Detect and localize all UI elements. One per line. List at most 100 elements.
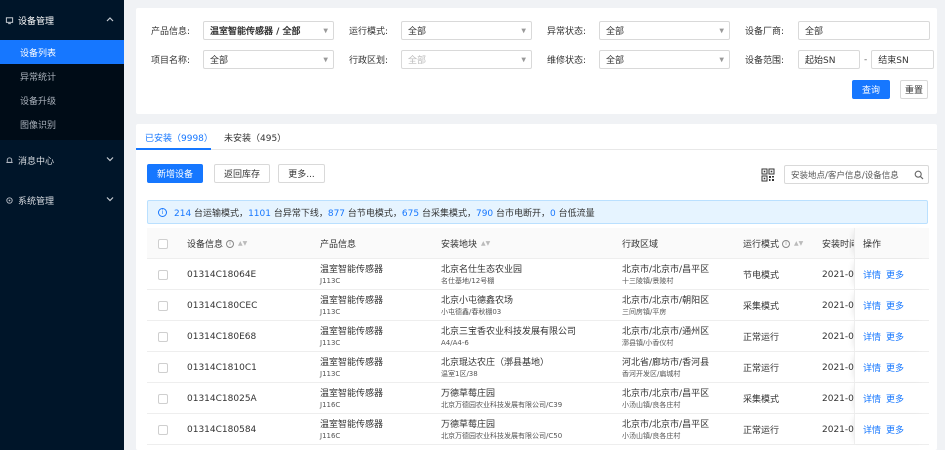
table-row[interactable]: 01314C180CEC 温室智能传感器 J113C 北京小屯德鑫农场 小屯德鑫/春秋棚…: [147, 290, 929, 321]
detail-link[interactable]: 详情: [863, 414, 881, 445]
sidebar-item-abnormal-stats[interactable]: 异常统计: [0, 64, 124, 88]
tab-uninstalled[interactable]: 未安装（495）: [224, 131, 286, 144]
product-name: 温室智能传感器: [320, 326, 384, 337]
location-cell: 北京小屯德鑫农场 小屯德鑫/春秋棚03: [441, 290, 513, 321]
caret-down-icon: ▼: [719, 27, 724, 34]
region-cell: 北京市/北京市/昌平区 十三陵镇/景陵村: [622, 259, 709, 290]
more-link[interactable]: 更多: [886, 290, 904, 321]
caret-down-icon: ▼: [323, 56, 328, 63]
product-cell: 温室智能传感器 J113C: [320, 259, 383, 290]
caret-down-icon: ▼: [323, 27, 328, 34]
caret-down-icon: ▼: [521, 27, 526, 34]
row-checkbox[interactable]: [158, 362, 168, 373]
detail-link[interactable]: 详情: [863, 321, 881, 352]
product-label: 产品信息:: [151, 27, 191, 37]
qr-code-icon[interactable]: [761, 168, 775, 182]
row-checkbox[interactable]: [158, 331, 168, 342]
info-icon[interactable]: i: [782, 239, 791, 248]
maint-select[interactable]: 全部 ▼: [599, 50, 730, 69]
select-all-checkbox[interactable]: [158, 238, 168, 249]
tab-ink-bar: [136, 148, 211, 150]
header-ops: 操作: [863, 240, 882, 250]
location-cell: 万德草莓庄园 北京万德园农业科技发展有限公司/C39: [441, 383, 562, 414]
range-label: 设备范围:: [745, 56, 785, 66]
header-product: 产品信息: [320, 240, 357, 250]
product-cell: 温室智能传感器 J113C: [320, 352, 383, 383]
location-detail: 北京万德园农业科技发展有限公司/C50: [441, 431, 563, 440]
location-cell: 北京三宝香农业科技发展有限公司 A4/A4-6: [441, 321, 576, 352]
vendor-input[interactable]: 全部: [798, 21, 930, 40]
sidebar-group-system[interactable]: 系统管理: [0, 180, 124, 220]
more-link[interactable]: 更多: [886, 414, 904, 445]
more-link[interactable]: 更多: [886, 321, 904, 352]
region-detail: 三间房镇/平房: [622, 307, 667, 316]
region-detail: 漷县镇/小香仪村: [622, 338, 674, 347]
range-end-input[interactable]: 结束SN: [871, 50, 935, 69]
product-cell: 温室智能传感器 J116C: [320, 414, 383, 445]
detail-link[interactable]: 详情: [863, 352, 881, 383]
region-select[interactable]: 全部 ▼: [401, 50, 532, 69]
return-stock-button[interactable]: 返回库存: [214, 164, 270, 183]
table-row[interactable]: 01314C180584 温室智能传感器 J116C 万德草莓庄园 北京万德园农业科技发…: [147, 414, 929, 445]
device-sn: 01314C18064E: [187, 269, 257, 280]
product-select[interactable]: 温室智能传感器 / 全部 ▼: [203, 21, 334, 40]
sidebar-group-messages[interactable]: 消息中心: [0, 140, 124, 180]
product-name: 温室智能传感器: [320, 357, 384, 368]
tab-installed[interactable]: 已安装（9998）: [145, 131, 213, 144]
reset-button[interactable]: 重置: [900, 80, 928, 99]
run-mode: 正常运行: [743, 333, 780, 343]
project-label: 项目名称:: [151, 56, 191, 66]
abnormal-select[interactable]: 全部 ▼: [599, 21, 730, 40]
search-input[interactable]: 安装地点/客户信息/设备信息: [784, 165, 929, 184]
header-location[interactable]: 安装地块 ▲▼: [441, 228, 490, 259]
abnormal-label: 异常状态:: [547, 27, 587, 37]
header-device[interactable]: 设备信息 i ▲▼: [187, 228, 247, 259]
sort-icon[interactable]: ▲▼: [481, 240, 490, 247]
header-mode[interactable]: 运行模式 i ▲▼: [743, 228, 803, 259]
sidebar-group-device[interactable]: 设备管理: [0, 0, 124, 40]
caret-down-icon: ▼: [521, 56, 526, 63]
maint-label: 维修状态:: [547, 56, 587, 66]
more-link[interactable]: 更多: [886, 383, 904, 414]
detail-link[interactable]: 详情: [863, 259, 881, 290]
info-icon[interactable]: i: [226, 239, 235, 248]
filter-panel: 产品信息: 温室智能传感器 / 全部 ▼ 运行模式: 全部 ▼ 异常状态: 全部…: [136, 8, 937, 114]
add-device-button[interactable]: 新增设备: [147, 164, 203, 183]
device-sn: 01314C180E68: [187, 331, 257, 342]
table-row[interactable]: 01314C18025A 温室智能传感器 J116C 万德草莓庄园 北京万德园农业科技发…: [147, 383, 929, 414]
more-link[interactable]: 更多: [886, 352, 904, 383]
product-name: 温室智能传感器: [320, 388, 384, 399]
region-name: 北京市/北京市/昌平区: [622, 419, 710, 430]
sort-icon[interactable]: ▲▼: [238, 240, 247, 247]
row-checkbox[interactable]: [158, 424, 168, 435]
more-link[interactable]: 更多: [886, 259, 904, 290]
search-icon[interactable]: [914, 170, 924, 180]
row-checkbox[interactable]: [158, 300, 168, 311]
header-region: 行政区域: [622, 240, 659, 250]
sidebar-group-label: 设备管理: [18, 16, 55, 27]
location-name: 万德草莓庄园: [441, 388, 496, 399]
sidebar-item-device-list[interactable]: 设备列表: [0, 40, 124, 64]
table-row[interactable]: 01314C1810C1 温室智能传感器 J113C 北京琨达农庄（漷县基地） 温室1区…: [147, 352, 929, 383]
project-select[interactable]: 全部 ▼: [203, 50, 334, 69]
product-model: J116C: [320, 400, 341, 409]
device-sn: 01314C18025A: [187, 393, 257, 404]
location-cell: 北京琨达农庄（漷县基地） 温室1区/38: [441, 352, 549, 383]
sort-icon[interactable]: ▲▼: [794, 240, 803, 247]
location-name: 北京名仕生态农业园: [441, 264, 523, 275]
range-start-input[interactable]: 起始SN: [798, 50, 860, 69]
more-actions-button[interactable]: 更多...: [278, 164, 325, 183]
table-row[interactable]: 01314C18064E 温室智能传感器 J113C 北京名仕生态农业园 名仕基地/12…: [147, 259, 929, 290]
detail-link[interactable]: 详情: [863, 290, 881, 321]
row-checkbox[interactable]: [158, 269, 168, 280]
run-mode-select[interactable]: 全部 ▼: [401, 21, 532, 40]
product-name: 温室智能传感器: [320, 264, 384, 275]
location-cell: 北京名仕生态农业园 名仕基地/12号棚: [441, 259, 522, 290]
row-checkbox[interactable]: [158, 393, 168, 404]
table-row[interactable]: 01314C180E68 温室智能传感器 J113C 北京三宝香农业科技发展有限公司 A…: [147, 321, 929, 352]
query-button[interactable]: 查询: [852, 80, 890, 99]
product-cell: 温室智能传感器 J113C: [320, 321, 383, 352]
detail-link[interactable]: 详情: [863, 383, 881, 414]
sidebar-item-image-recognition[interactable]: 图像识别: [0, 112, 124, 136]
sidebar-item-device-upgrade[interactable]: 设备升级: [0, 88, 124, 112]
